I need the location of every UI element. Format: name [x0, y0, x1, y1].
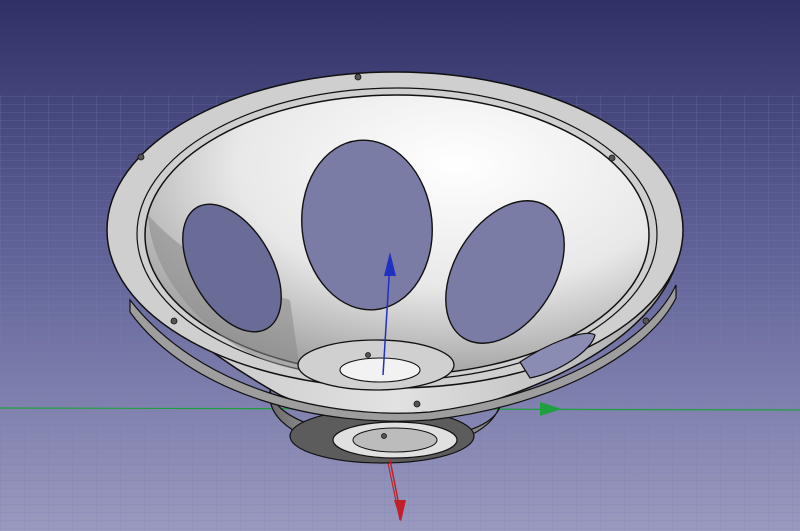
mounting-hole	[413, 400, 421, 408]
3d-viewport[interactable]	[0, 0, 800, 531]
mounting-hole	[354, 73, 362, 81]
mounting-hole	[642, 317, 650, 325]
mounting-hole	[170, 317, 178, 325]
center-hub	[297, 339, 455, 391]
mounting-hole	[608, 154, 616, 162]
mounting-hole	[381, 433, 387, 439]
mounting-hole	[137, 153, 145, 161]
mounting-hole	[365, 352, 371, 358]
